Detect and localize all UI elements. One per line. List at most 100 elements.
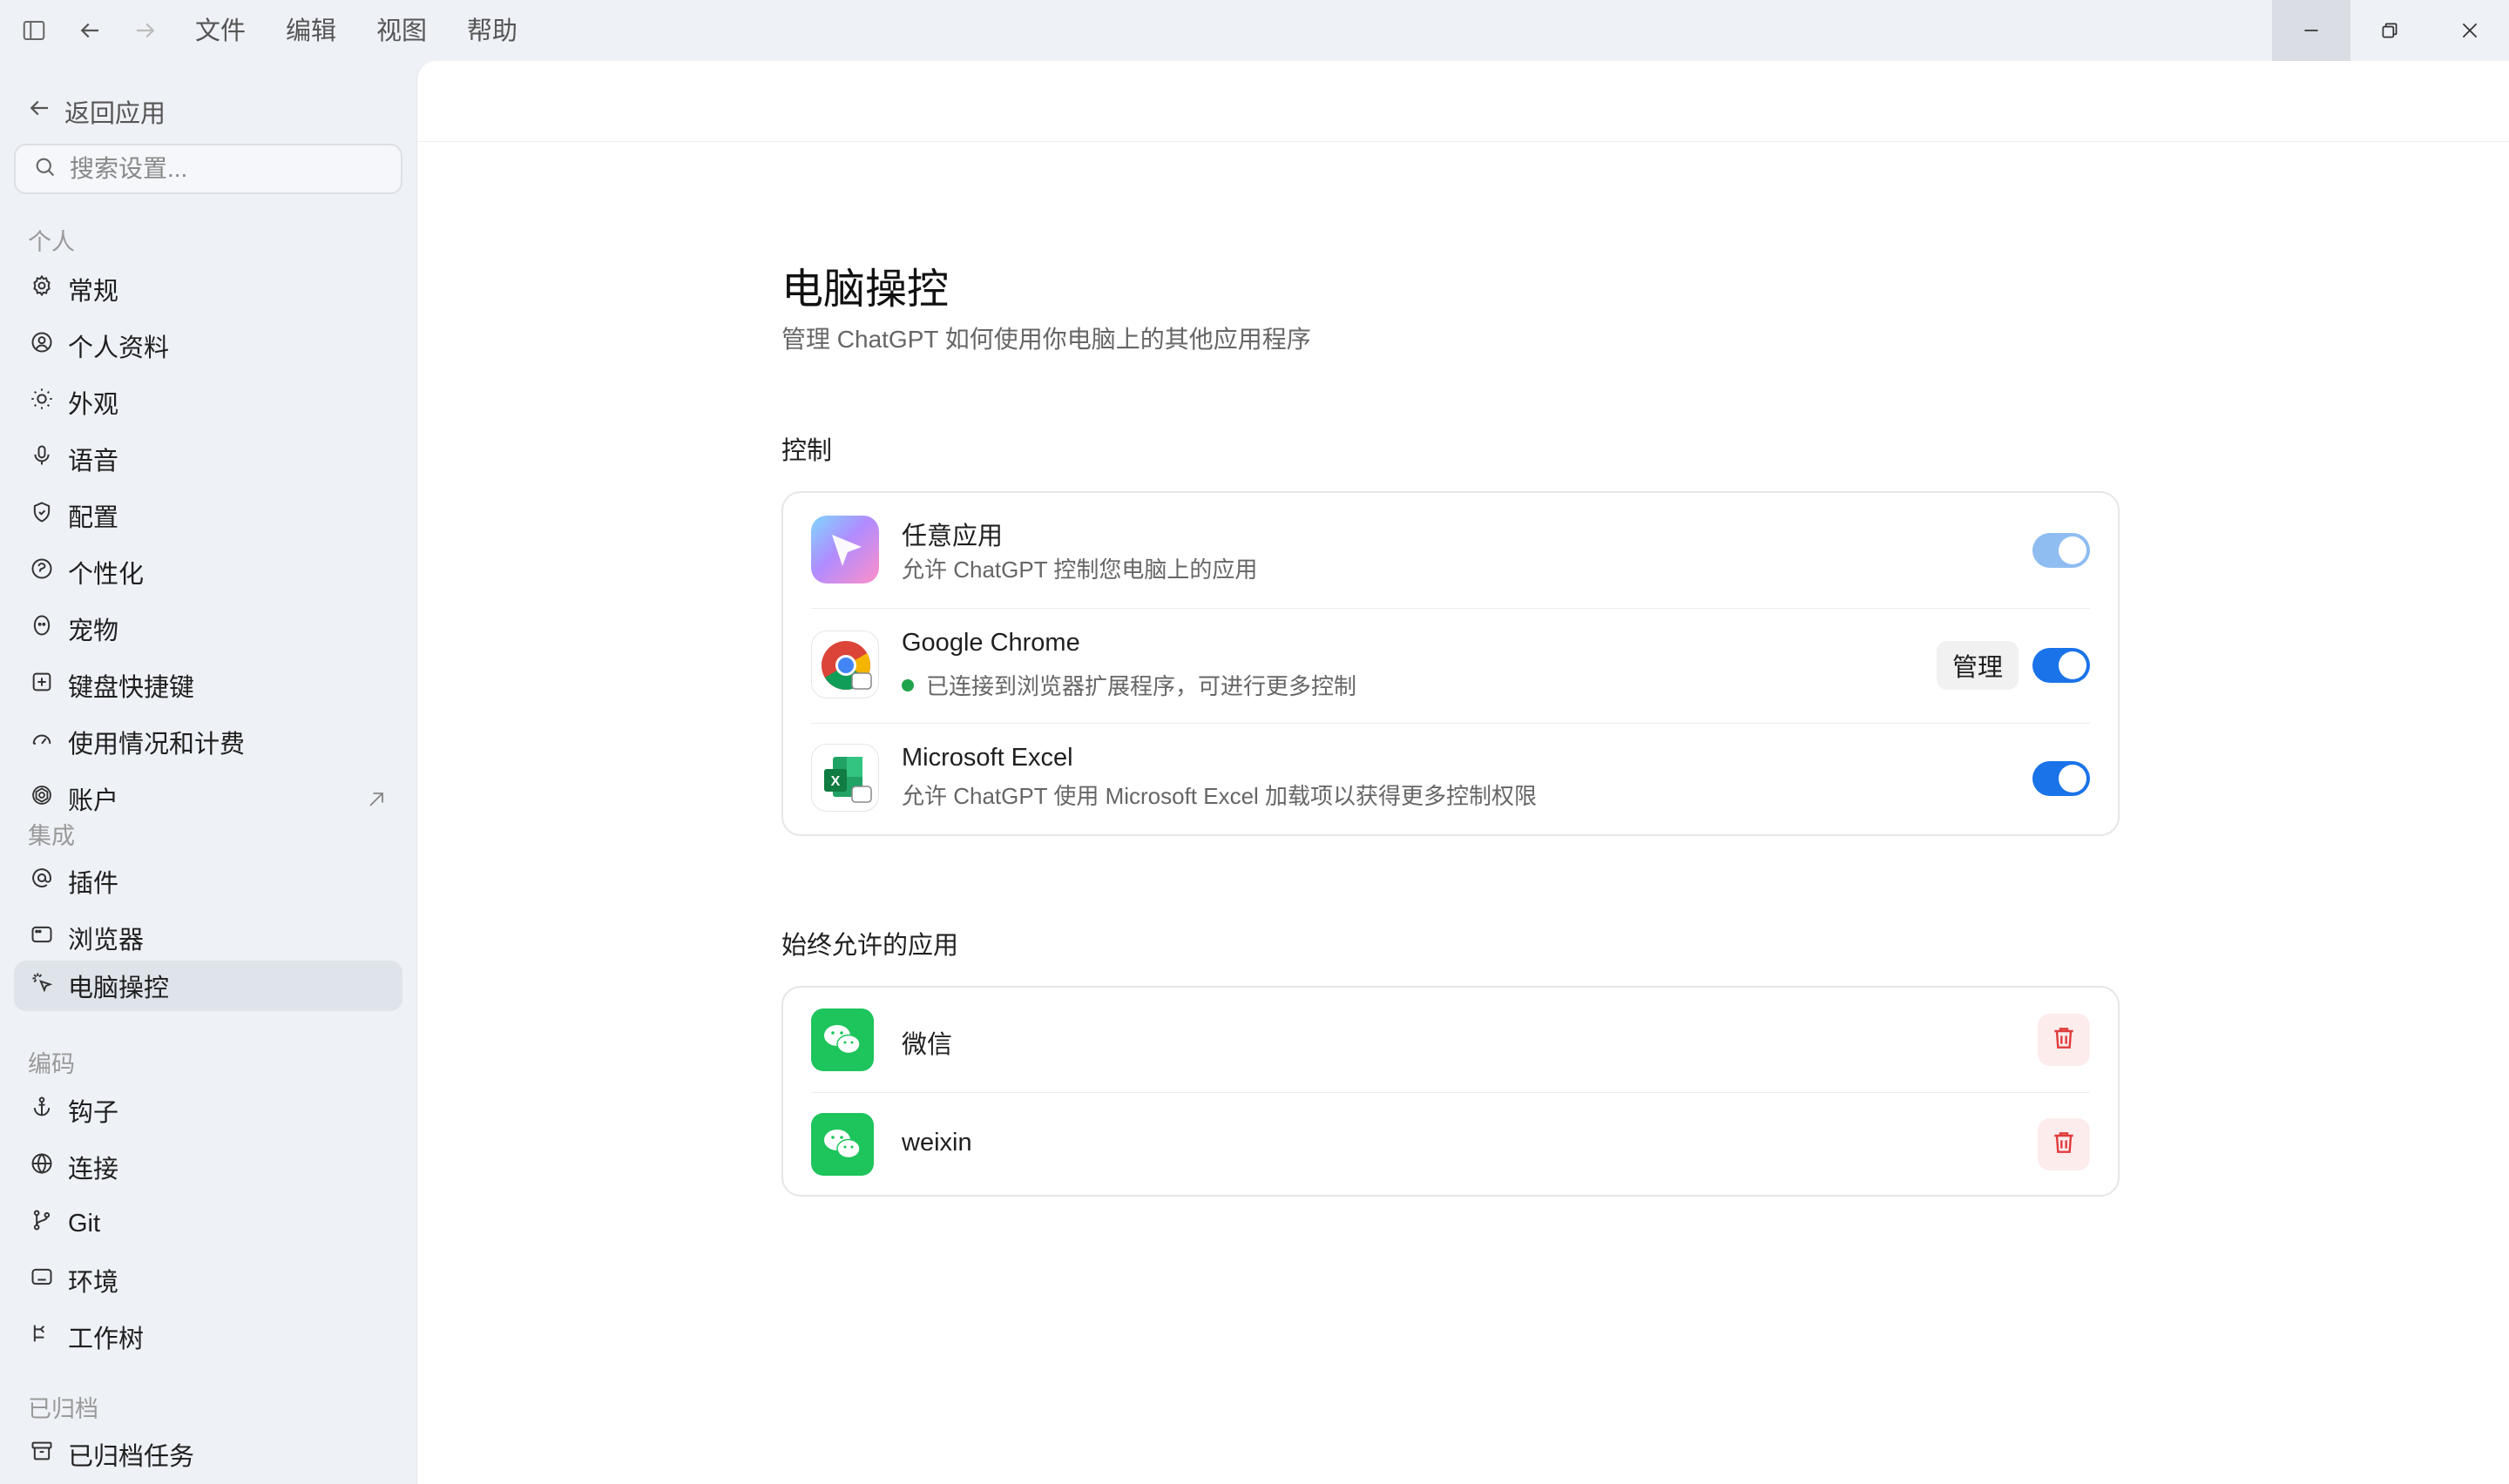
app-description: 允许 ChatGPT 控制您电脑上的应用	[902, 556, 1258, 583]
app-window: 文件 编辑 视图 帮助 返回应用 个人	[0, 0, 2509, 1484]
allowed-apps-section-title: 始终允许的应用	[781, 932, 959, 960]
excel-toggle[interactable]	[2032, 761, 2090, 796]
sidebar-item-general[interactable]: 常规	[14, 264, 402, 314]
sidebar-item-pets[interactable]: 宠物	[14, 604, 402, 654]
sidebar-item-label: 宠物	[68, 617, 119, 645]
menu-file[interactable]: 文件	[190, 12, 251, 51]
svg-text:X: X	[831, 774, 841, 789]
menu-edit[interactable]: 编辑	[281, 12, 342, 51]
app-name: 任意应用	[902, 523, 1004, 550]
back-arrow-icon	[26, 95, 52, 128]
sidebar-item-shortcuts[interactable]: 键盘快捷键	[14, 660, 402, 711]
search-icon	[33, 155, 57, 184]
app-name: Google Chrome	[902, 629, 1080, 657]
trash-icon	[2050, 1129, 2078, 1161]
keyboard-icon	[30, 670, 54, 701]
external-link-icon	[364, 787, 387, 810]
title-bar: 文件 编辑 视图 帮助	[0, 0, 2509, 61]
control-row-excel: X Microsoft Excel 允许 ChatGPT 使用 Microsof…	[783, 723, 2118, 836]
gauge-icon	[30, 726, 54, 758]
control-row-any-app: 任意应用 允许 ChatGPT 控制您电脑上的应用	[783, 493, 2118, 608]
wechat-icon	[811, 1008, 874, 1071]
sidebar-item-label: 外观	[68, 391, 119, 419]
back-to-app-link[interactable]: 返回应用	[26, 85, 166, 138]
at-sign-icon	[30, 866, 54, 897]
delete-button[interactable]	[2038, 1118, 2090, 1170]
sidebar-item-environment[interactable]: 环境	[14, 1255, 402, 1305]
sidebar-item-voice[interactable]: 语音	[14, 434, 402, 484]
any-app-icon	[811, 516, 879, 583]
search-box[interactable]	[14, 144, 402, 194]
sidebar-item-worktree[interactable]: 工作树	[14, 1312, 402, 1362]
sidebar-item-label: 电脑操控	[68, 975, 170, 1002]
menu-help[interactable]: 帮助	[462, 12, 523, 51]
browser-icon	[30, 922, 54, 954]
chrome-icon	[811, 631, 879, 698]
control-row-chrome: Google Chrome 已连接到浏览器扩展程序，可进行更多控制 管理	[783, 608, 2118, 723]
openai-logo-icon	[30, 783, 54, 814]
app-name: weixin	[902, 1129, 972, 1157]
page-title: 电脑操控	[781, 266, 950, 313]
sidebar-item-label: 常规	[68, 278, 119, 306]
app-status: 已连接到浏览器扩展程序，可进行更多控制	[902, 669, 1356, 701]
page-subtitle: 管理 ChatGPT 如何使用你电脑上的其他应用程序	[781, 326, 1311, 353]
sidebar-item-hooks[interactable]: 钩子	[14, 1085, 402, 1136]
sidebar-item-label: 钩子	[68, 1099, 119, 1127]
minimize-button[interactable]	[2272, 0, 2350, 61]
section-label-archived: 已归档	[28, 1396, 98, 1422]
sidebar-item-label: 语音	[68, 448, 119, 476]
git-branch-icon	[30, 1208, 54, 1239]
section-label-integrations: 集成	[28, 823, 75, 849]
sidebar: 返回应用 个人 常规 个人资料 外观 语音 配置	[0, 61, 416, 1484]
sidebar-item-git[interactable]: Git	[14, 1198, 402, 1249]
close-button[interactable]	[2431, 0, 2509, 61]
sidebar-item-browser[interactable]: 浏览器	[14, 913, 402, 963]
restore-button[interactable]	[2350, 0, 2429, 61]
back-to-app-label: 返回应用	[64, 100, 166, 128]
allowed-app-row: weixin	[783, 1092, 2118, 1197]
manage-button[interactable]: 管理	[1936, 641, 2019, 690]
menu-view[interactable]: 视图	[371, 12, 432, 51]
sidebar-item-profile[interactable]: 个人资料	[14, 320, 402, 371]
forward-arrow-icon[interactable]	[131, 16, 160, 45]
back-arrow-icon[interactable]	[75, 16, 105, 45]
header-divider	[417, 141, 2509, 142]
any-app-toggle[interactable]	[2032, 533, 2090, 568]
control-section-title: 控制	[781, 437, 833, 465]
pet-icon	[30, 613, 54, 644]
sidebar-item-plugins[interactable]: 插件	[14, 856, 402, 907]
sidebar-item-personalization[interactable]: 个性化	[14, 547, 402, 597]
wechat-icon	[811, 1113, 874, 1176]
anchor-icon	[30, 1095, 54, 1126]
app-name: 微信	[902, 1031, 953, 1059]
chrome-toggle[interactable]	[2032, 648, 2090, 683]
app-description: 已连接到浏览器扩展程序，可进行更多控制	[926, 673, 1357, 699]
sidebar-item-config[interactable]: 配置	[14, 490, 402, 541]
sidebar-item-label: 账户	[68, 787, 119, 815]
sidebar-item-archived-tasks[interactable]: 已归档任务	[14, 1429, 402, 1480]
worktree-icon	[30, 1321, 54, 1352]
sidebar-item-label: 个性化	[68, 561, 145, 589]
trash-icon	[2050, 1024, 2078, 1056]
terminal-icon	[30, 1265, 54, 1296]
main-panel: 电脑操控 管理 ChatGPT 如何使用你电脑上的其他应用程序 控制 任意应用 …	[416, 61, 2509, 1484]
cursor-sparkle-icon	[30, 970, 54, 1002]
sidebar-item-label: 使用情况和计费	[68, 731, 246, 759]
personalize-icon	[30, 556, 54, 588]
sidebar-item-label: 已归档任务	[68, 1443, 195, 1471]
sidebar-item-computer-control[interactable]: 电脑操控	[14, 961, 402, 1011]
search-input[interactable]	[70, 155, 383, 183]
allowed-app-row: 微信	[783, 988, 2118, 1092]
sidebar-toggle-icon[interactable]	[19, 16, 49, 45]
excel-icon: X	[811, 744, 879, 812]
shield-icon	[30, 500, 54, 531]
allowed-apps-card: 微信 weixin	[781, 986, 2120, 1197]
delete-button[interactable]	[2038, 1014, 2090, 1066]
section-label-personal: 个人	[28, 229, 75, 255]
sidebar-item-usage-billing[interactable]: 使用情况和计费	[14, 717, 402, 767]
sidebar-item-connections[interactable]: 连接	[14, 1142, 402, 1192]
section-label-coding: 编码	[28, 1051, 75, 1077]
microphone-icon	[30, 443, 54, 475]
connected-status-dot	[902, 678, 914, 691]
sidebar-item-appearance[interactable]: 外观	[14, 377, 402, 428]
